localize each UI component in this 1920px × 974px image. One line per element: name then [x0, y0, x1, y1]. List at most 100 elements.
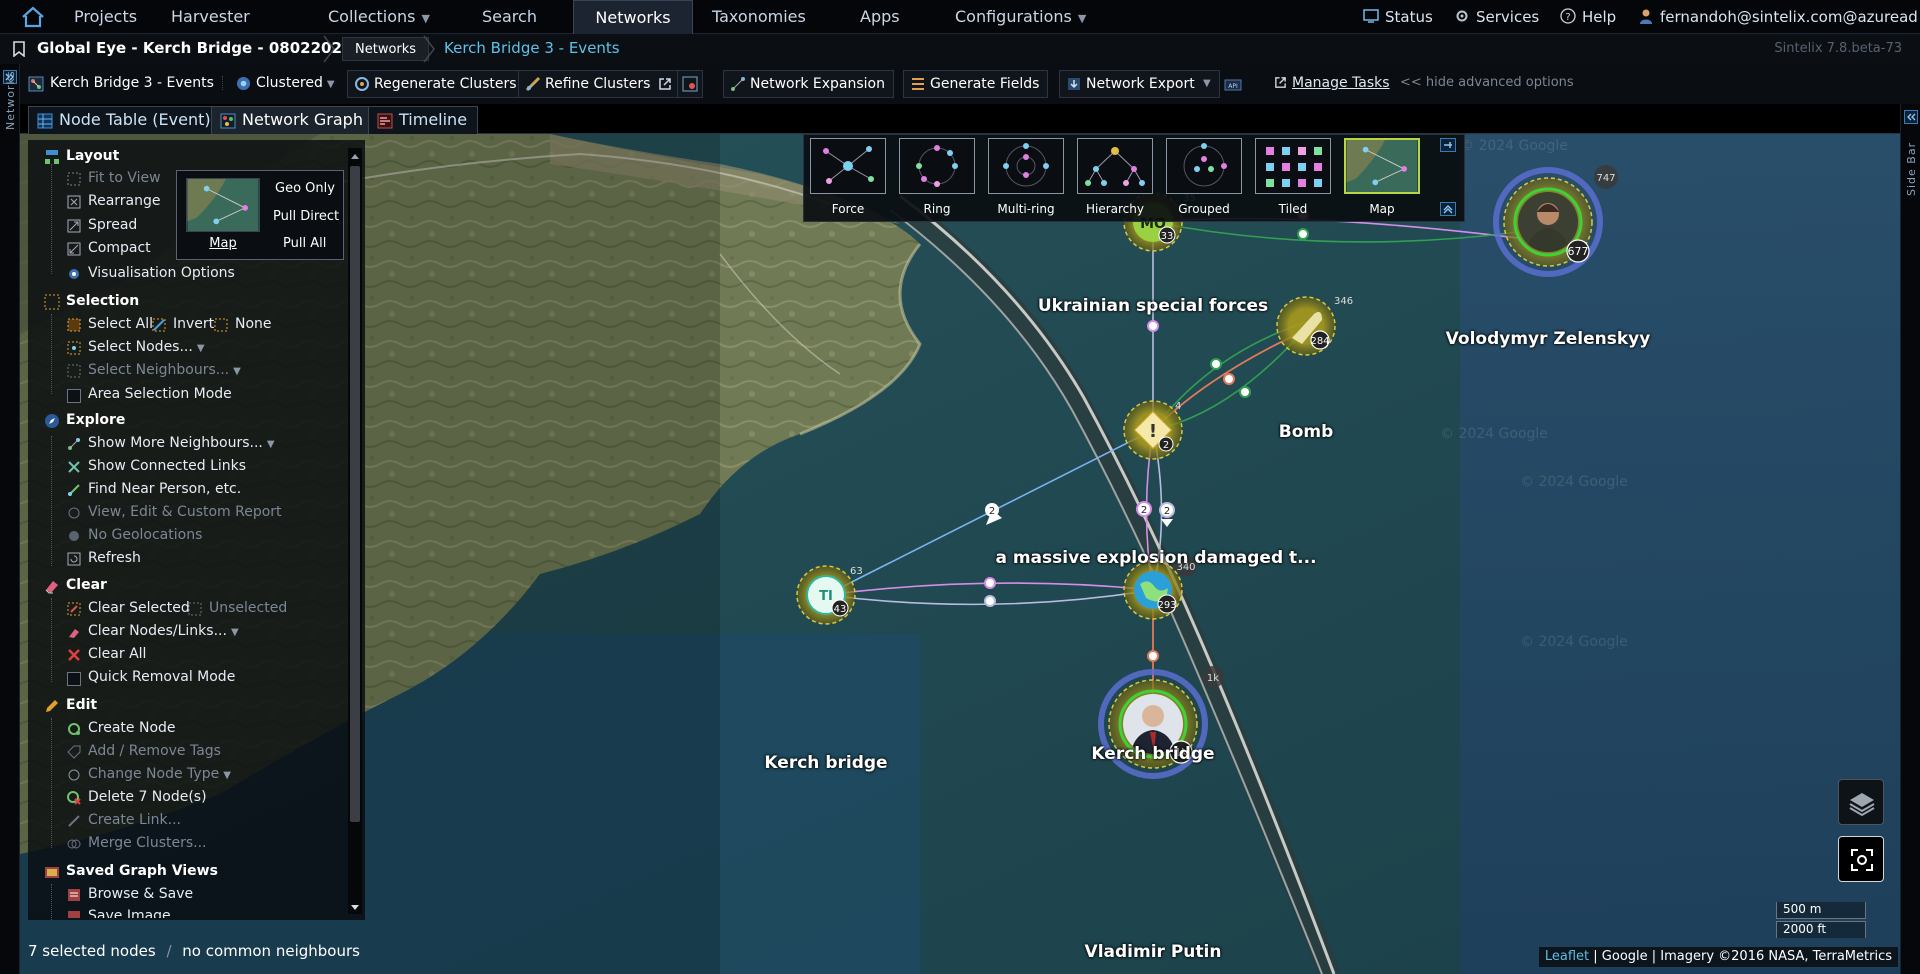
side-bar-strip[interactable]: Side Bar [1900, 104, 1920, 974]
rearrange-item[interactable]: Rearrange [88, 193, 161, 209]
invert-item[interactable]: Invert [173, 316, 214, 332]
refresh-icon [67, 552, 81, 566]
layout-map-button[interactable] [1344, 138, 1420, 194]
find-near-person-item[interactable]: Find Near Person, etc. [88, 481, 241, 497]
layout-ring-button[interactable] [899, 138, 975, 194]
show-connected-links-item[interactable]: Show Connected Links [88, 458, 246, 474]
panel-scrollbar-thumb[interactable] [350, 166, 360, 822]
clear-selected-item[interactable]: Clear Selected [88, 600, 190, 616]
project-title[interactable]: Global Eye - Kerch Bridge - 08022024 [37, 39, 352, 57]
manage-tasks-link[interactable]: Manage Tasks [1274, 70, 1390, 98]
tags-icon [67, 745, 81, 759]
chevron-down-icon: ▼ [230, 627, 239, 638]
refine-clusters-button[interactable]: Refine Clusters [518, 70, 682, 98]
layout-grouped-button[interactable] [1166, 138, 1242, 194]
select-neighbours-item[interactable]: Select Neighbours... ▼ [88, 362, 241, 378]
delete-nodes-item[interactable]: Delete 7 Node(s) [88, 789, 207, 805]
layout-force-button[interactable] [810, 138, 886, 194]
clear-all-item[interactable]: Clear All [88, 646, 146, 662]
status-link[interactable]: Status [1363, 0, 1433, 34]
layout-hierarchy-button[interactable] [1077, 138, 1153, 194]
services-label: Services [1476, 8, 1540, 26]
change-node-type-item[interactable]: Change Node Type ▼ [88, 766, 231, 782]
generate-fields-button[interactable]: Generate Fields [903, 70, 1049, 98]
save-image-clip: Save Image [60, 906, 350, 918]
collapse-up-icon[interactable] [1440, 202, 1456, 216]
node-label-event: a massive explosion damaged t... [995, 548, 1317, 568]
visualisation-options-item[interactable]: Visualisation Options [88, 265, 235, 281]
area-selection-checkbox[interactable] [67, 389, 81, 403]
clear-nodes-links-item[interactable]: Clear Nodes/Links... ▼ [88, 623, 239, 639]
node-event-explosion[interactable]: ! 2 4 [1123, 400, 1183, 460]
tab-timeline[interactable]: Timeline [368, 106, 479, 134]
network-export-button[interactable]: Network Export ▼ [1059, 70, 1220, 98]
breadcrumb-networks[interactable]: Networks [342, 37, 430, 61]
regenerate-clusters-button[interactable]: Regenerate Clusters [347, 70, 526, 98]
user-menu[interactable]: fernandoh@sintelix.com@azuread [1638, 0, 1918, 34]
help-link[interactable]: ? Help [1560, 0, 1616, 34]
hide-advanced-link[interactable]: << hide advanced options [1400, 70, 1574, 98]
chevron-down-icon: ▼ [421, 12, 430, 25]
pull-direct-button[interactable]: Pull Direct [273, 209, 339, 224]
create-node-item[interactable]: Create Node [88, 720, 176, 736]
network-expansion-button[interactable]: Network Expansion [723, 70, 894, 98]
scroll-up-icon[interactable] [350, 152, 360, 160]
nav-search[interactable]: Search [472, 0, 547, 34]
clustered-select[interactable]: Clustered ▼ [236, 70, 335, 98]
select-nodes-item[interactable]: Select Nodes... ▼ [88, 339, 205, 355]
refresh-item[interactable]: Refresh [88, 550, 141, 566]
nav-networks[interactable]: Networks [573, 0, 693, 34]
map-thumbnail[interactable] [186, 178, 260, 232]
settings-icon [682, 76, 698, 92]
api-icon[interactable]: API [1224, 77, 1242, 93]
fit-bounds-button[interactable] [1838, 836, 1884, 882]
add-remove-tags-item[interactable]: Add / Remove Tags [88, 743, 221, 759]
geo-only-button[interactable]: Geo Only [275, 181, 335, 196]
show-more-neighbours-item[interactable]: Show More Neighbours... ▼ [88, 435, 275, 451]
spread-item[interactable]: Spread [88, 217, 137, 233]
nav-projects[interactable]: Projects [64, 0, 147, 34]
select-all-item[interactable]: Select All [88, 316, 153, 332]
view-edit-report-item[interactable]: View, Edit & Custom Report [88, 504, 282, 520]
save-image-icon [68, 911, 80, 918]
nav-harvester[interactable]: Harvester [161, 0, 260, 34]
nav-configurations[interactable]: Configurations ▼ [945, 0, 1096, 34]
home-icon[interactable] [20, 5, 46, 29]
networks-side-strip[interactable]: Networks [0, 64, 20, 974]
services-link[interactable]: Services [1454, 0, 1539, 34]
select-none-item[interactable]: None [235, 316, 272, 332]
leaflet-link[interactable]: Leaflet [1545, 949, 1589, 964]
layout-tiled-button[interactable] [1255, 138, 1331, 194]
node-label-putin: Vladimir Putin [1084, 942, 1222, 962]
merge-clusters-item[interactable]: Merge Clusters... [88, 835, 207, 851]
quick-removal-checkbox[interactable] [67, 672, 81, 686]
tab-network-graph-label: Network Graph [242, 110, 363, 129]
timeline-icon [377, 113, 393, 129]
network-name: Kerch Bridge 3 - Events [50, 75, 214, 91]
nav-collections[interactable]: Collections ▼ [318, 0, 440, 34]
clear-unselected-item[interactable]: Unselected [209, 600, 287, 616]
external-link-icon [1275, 77, 1286, 88]
nav-taxonomies[interactable]: Taxonomies [702, 0, 816, 34]
fit-to-view-item[interactable]: Fit to View [88, 170, 161, 186]
table-icon [37, 113, 53, 129]
side-bar-strip-label: Side Bar [1905, 141, 1918, 196]
explore-section-icon [45, 414, 59, 428]
pull-all-button[interactable]: Pull All [283, 236, 326, 251]
breadcrumb-current[interactable]: Kerch Bridge 3 - Events [444, 39, 620, 57]
eraser-icon [45, 581, 58, 594]
edge-label-2[interactable]: 2 [1136, 501, 1152, 517]
layers-button[interactable] [1838, 779, 1884, 825]
create-link-item[interactable]: Create Link... [88, 812, 181, 828]
layout-multi-ring-button[interactable] [988, 138, 1064, 194]
tab-network-graph[interactable]: Network Graph [211, 106, 374, 134]
double-chevron-left-icon[interactable] [1904, 110, 1918, 124]
browse-save-item[interactable]: Browse & Save [88, 886, 193, 902]
cluster-settings-button[interactable] [677, 70, 703, 98]
pin-icon[interactable] [1440, 138, 1456, 152]
nav-apps[interactable]: Apps [850, 0, 910, 34]
save-image-item[interactable]: Save Image [88, 908, 171, 918]
tab-node-table[interactable]: Node Table (Event) [28, 106, 222, 134]
compact-item[interactable]: Compact [88, 240, 151, 256]
scroll-down-icon[interactable] [350, 904, 360, 912]
